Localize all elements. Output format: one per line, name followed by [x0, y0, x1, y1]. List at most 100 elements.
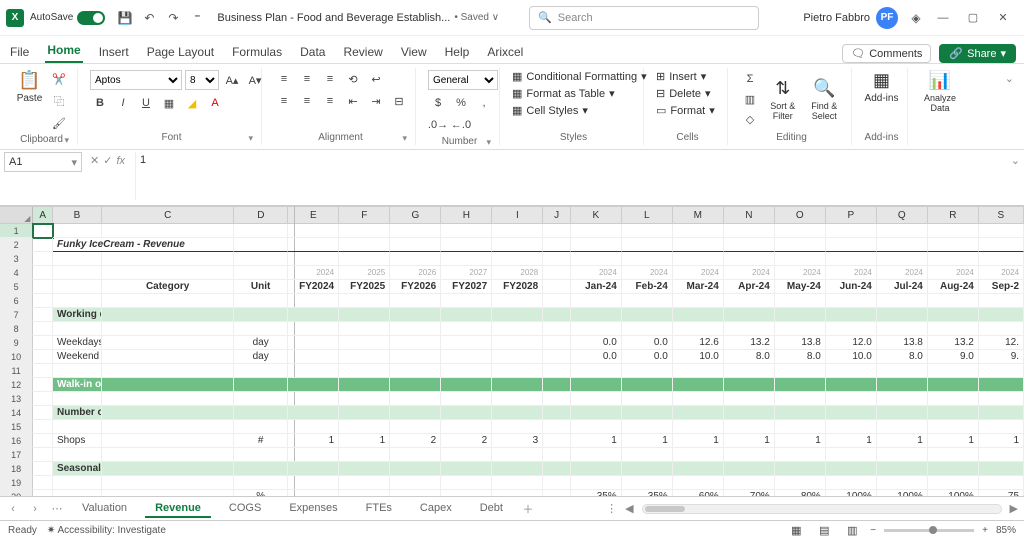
format-cells-button[interactable]: ▭ Format ▾	[656, 104, 715, 117]
cell[interactable]	[102, 224, 234, 238]
sheet-tab-ftes[interactable]: FTEs	[356, 500, 402, 518]
accessibility-status[interactable]: ✷ Accessibility: Investigate	[47, 525, 166, 536]
cell[interactable]: 0.0	[571, 336, 622, 350]
cell[interactable]	[543, 294, 571, 308]
cell[interactable]	[234, 266, 288, 280]
cell-styles-button[interactable]: ▦ Cell Styles ▾	[512, 104, 588, 117]
cell[interactable]	[571, 238, 622, 252]
cell[interactable]: 10.0	[826, 350, 877, 364]
cell[interactable]: 100%	[928, 490, 979, 496]
cell[interactable]	[724, 308, 775, 322]
cell[interactable]	[979, 462, 1024, 476]
cell[interactable]	[673, 322, 724, 336]
cell[interactable]: %	[234, 490, 288, 496]
clear-icon[interactable]: ◇	[740, 110, 760, 128]
column-header[interactable]: L	[622, 207, 673, 223]
cell[interactable]	[33, 490, 53, 496]
row-header[interactable]: 13	[0, 392, 33, 406]
cell[interactable]	[492, 252, 543, 266]
cell[interactable]	[339, 476, 390, 490]
cell[interactable]	[102, 434, 234, 448]
cell[interactable]	[724, 476, 775, 490]
cell[interactable]	[390, 392, 441, 406]
cell[interactable]: 70%	[724, 490, 775, 496]
cell[interactable]	[234, 294, 288, 308]
underline-button[interactable]: U	[136, 94, 156, 112]
row-header[interactable]: 14	[0, 406, 33, 420]
column-header[interactable]: K	[571, 207, 622, 223]
search-input[interactable]: 🔍 Search	[529, 6, 759, 30]
cell[interactable]	[339, 462, 390, 476]
cell[interactable]	[339, 308, 390, 322]
cell[interactable]: 35%	[622, 490, 673, 496]
cell[interactable]	[724, 252, 775, 266]
cell[interactable]: Jul-24	[877, 280, 928, 294]
font-size-select[interactable]: 8	[185, 70, 219, 90]
cell[interactable]	[928, 224, 979, 238]
cell[interactable]	[390, 364, 441, 378]
cell[interactable]	[288, 462, 339, 476]
bold-button[interactable]: B	[90, 94, 110, 112]
cell[interactable]	[928, 462, 979, 476]
cell[interactable]	[673, 252, 724, 266]
cell[interactable]	[877, 392, 928, 406]
cell[interactable]	[102, 252, 234, 266]
cell[interactable]	[33, 294, 53, 308]
cell[interactable]	[826, 392, 877, 406]
cell[interactable]: 9.0	[928, 350, 979, 364]
cell[interactable]: Jun-24	[826, 280, 877, 294]
increase-decimal-icon[interactable]: .0→	[428, 116, 448, 134]
cell[interactable]	[979, 322, 1024, 336]
row-header[interactable]: 11	[0, 364, 33, 378]
cell[interactable]	[390, 462, 441, 476]
cell[interactable]: 0.0	[622, 350, 673, 364]
formula-bar[interactable]: 1	[135, 152, 1001, 200]
cell[interactable]: Mar-24	[673, 280, 724, 294]
cell[interactable]	[979, 252, 1024, 266]
cell[interactable]	[622, 252, 673, 266]
sheet-tab-revenue[interactable]: Revenue	[145, 500, 211, 518]
cell[interactable]	[102, 448, 234, 462]
cell[interactable]: 0.0	[571, 350, 622, 364]
cell[interactable]: 2024	[877, 266, 928, 280]
cancel-formula-icon[interactable]: ✕	[90, 154, 99, 167]
diamond-icon[interactable]: ◈	[907, 9, 925, 27]
zoom-level[interactable]: 85%	[996, 525, 1016, 536]
column-header[interactable]: G	[390, 207, 441, 223]
cell[interactable]: 13.2	[724, 336, 775, 350]
cell[interactable]	[673, 364, 724, 378]
tab-help[interactable]: Help	[443, 41, 472, 63]
cell[interactable]	[33, 462, 53, 476]
cell[interactable]	[234, 308, 288, 322]
cell[interactable]	[102, 294, 234, 308]
cell[interactable]	[390, 448, 441, 462]
cell[interactable]	[775, 420, 826, 434]
cell[interactable]	[673, 224, 724, 238]
cell[interactable]	[492, 238, 543, 252]
cell[interactable]	[492, 322, 543, 336]
align-center-icon[interactable]: ≡	[297, 92, 317, 110]
cell[interactable]: 1	[622, 434, 673, 448]
find-select-button[interactable]: 🔍 Find & Select	[806, 78, 844, 121]
cell[interactable]	[390, 490, 441, 496]
cell[interactable]	[673, 406, 724, 420]
cell[interactable]	[441, 406, 492, 420]
row-header[interactable]: 20	[0, 490, 33, 496]
cell[interactable]	[390, 238, 441, 252]
cell[interactable]	[673, 294, 724, 308]
cell[interactable]: 60%	[673, 490, 724, 496]
cell[interactable]: 1	[571, 434, 622, 448]
cell[interactable]	[877, 406, 928, 420]
cell[interactable]: 2024	[724, 266, 775, 280]
fill-icon[interactable]: ▥	[740, 90, 760, 108]
cell[interactable]	[928, 294, 979, 308]
column-header[interactable]: Q	[877, 207, 928, 223]
cell[interactable]	[928, 322, 979, 336]
cell[interactable]	[492, 308, 543, 322]
row-header[interactable]: 4	[0, 266, 33, 280]
cell[interactable]	[53, 448, 102, 462]
cell[interactable]: 3	[492, 434, 543, 448]
cell[interactable]	[543, 336, 571, 350]
fill-color-button[interactable]: ◢	[182, 94, 202, 112]
cell[interactable]	[339, 350, 390, 364]
